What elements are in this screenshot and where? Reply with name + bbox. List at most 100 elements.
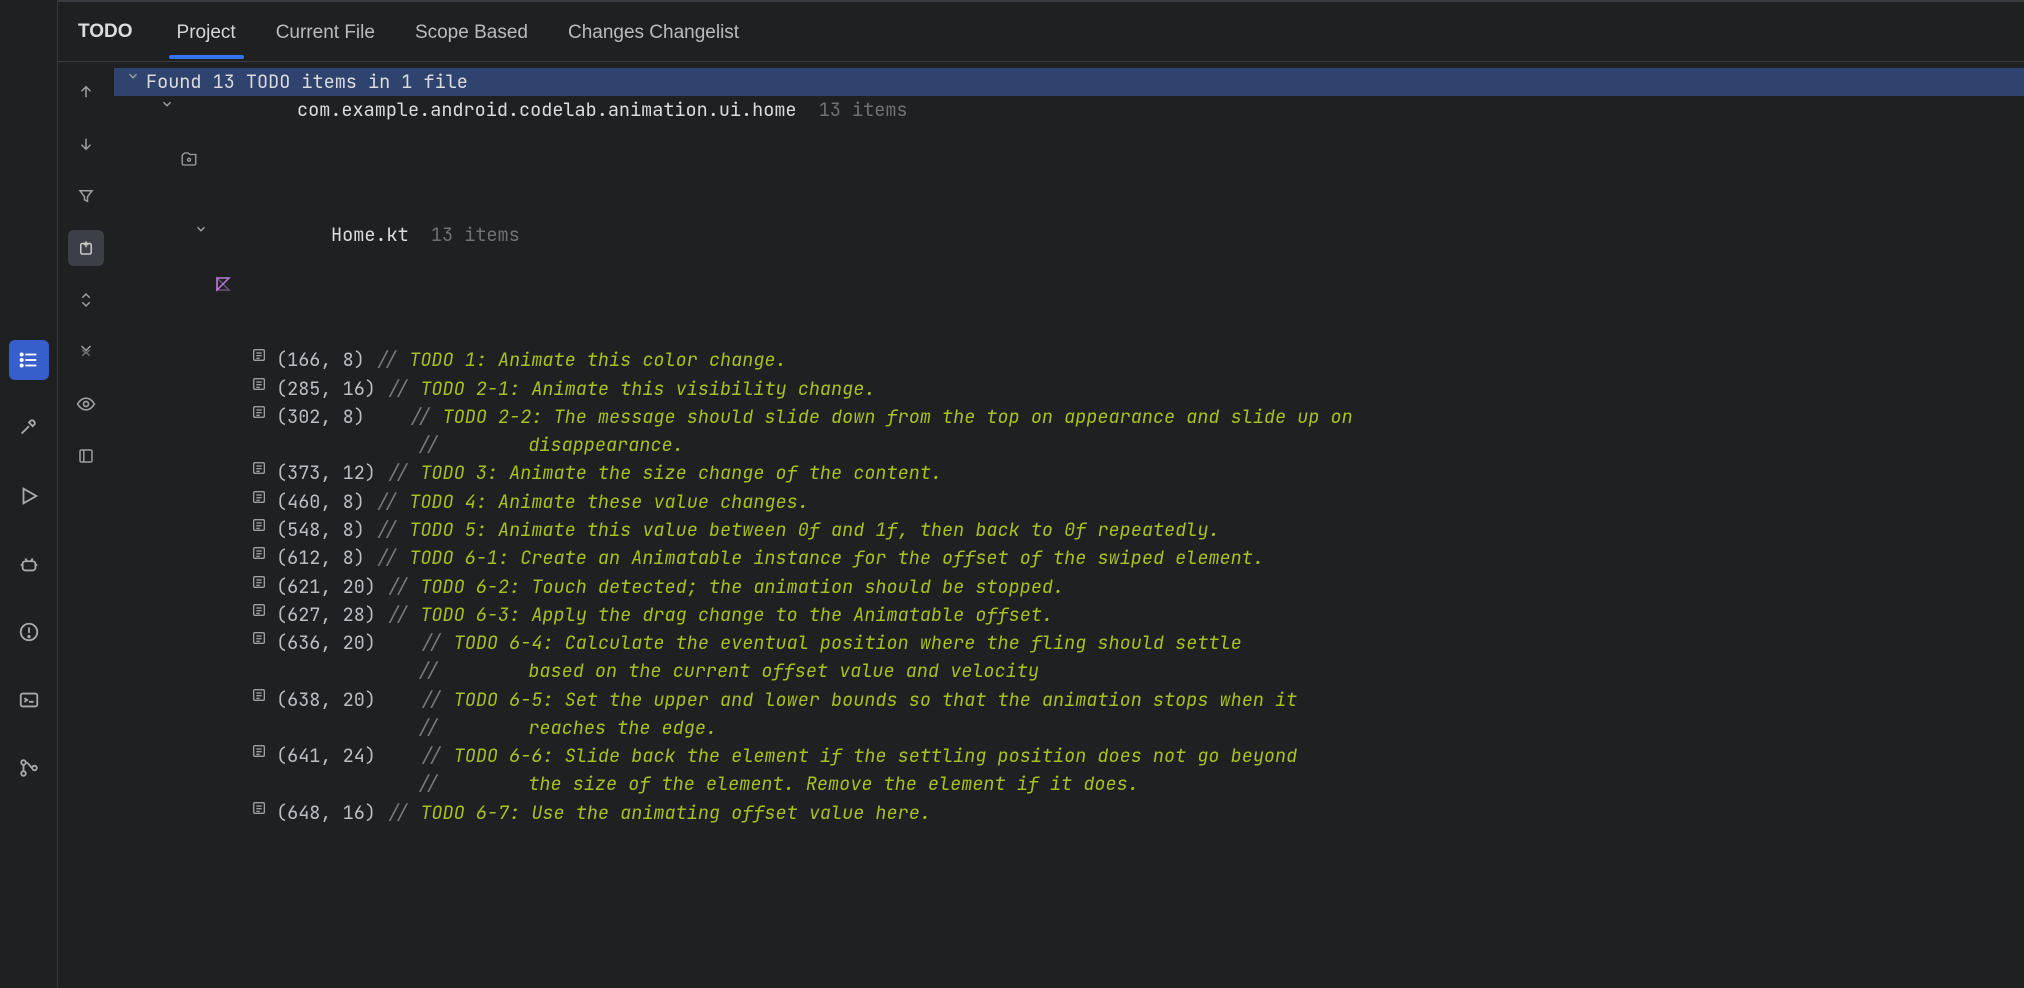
chevron-down-icon[interactable] (158, 97, 176, 111)
code-line-icon (248, 376, 270, 392)
todo-tree[interactable]: Found 13 TODO items in 1 file com.exampl… (114, 62, 2024, 988)
todo-side-toolbar (58, 62, 114, 988)
package-row[interactable]: com.example.android.codelab.animation.ui… (114, 96, 2024, 221)
todo-location: (641, 24) (276, 743, 376, 769)
todo-item-row[interactable]: (302, 8) // TODO 2-2: The message should… (114, 403, 2024, 431)
todo-text: TODO 2-2: The message should slide down … (443, 404, 1353, 430)
comment-slashes: // (387, 602, 420, 628)
expand-collapse-button[interactable] (68, 282, 104, 318)
terminal-tool-window-button[interactable] (9, 680, 49, 720)
todo-text: TODO 5: Animate this value between 0f an… (409, 517, 1219, 543)
todo-item-row[interactable]: (621, 20) // TODO 6-2: Touch detected; t… (114, 573, 2024, 601)
build-tool-window-button[interactable] (9, 408, 49, 448)
code-line-icon (248, 460, 270, 476)
todo-item-row[interactable]: (648, 16) // TODO 6-7: Use the animating… (114, 799, 2024, 827)
todo-location: (302, 8) (276, 404, 365, 430)
todo-item-row[interactable]: (627, 28) // TODO 6-3: Apply the drag ch… (114, 601, 2024, 629)
package-icon (180, 97, 291, 220)
code-line-icon (248, 743, 270, 759)
code-line-icon (248, 630, 270, 646)
comment-slashes: // (384, 432, 528, 458)
prev-todo-button[interactable] (68, 74, 104, 110)
todo-item-row[interactable]: (285, 16) // TODO 2-1: Animate this visi… (114, 375, 2024, 403)
summary-text: Found 13 TODO items in 1 file (146, 69, 468, 95)
comment-slashes: // (376, 489, 409, 515)
comment-slashes: // (376, 517, 409, 543)
kotlin-file-icon (214, 222, 325, 345)
code-line-icon (248, 517, 270, 533)
comment-slashes: // (376, 347, 409, 373)
code-line-icon (248, 545, 270, 561)
tab-current-file[interactable]: Current File (272, 6, 379, 58)
todo-text: TODO 6-6: Slide back the element if the … (454, 743, 1298, 769)
todo-panel: TODO Project Current File Scope Based Ch… (58, 0, 2024, 988)
code-line-icon (248, 800, 270, 816)
todo-text: TODO 6-4: Calculate the eventual positio… (454, 630, 1242, 656)
todo-text: TODO 6-3: Apply the drag change to the A… (420, 602, 1053, 628)
todo-tabbar: TODO Project Current File Scope Based Ch… (58, 2, 2024, 62)
todo-location: (460, 8) (276, 489, 365, 515)
todo-text: TODO 6-1: Create an Animatable instance … (409, 545, 1264, 571)
package-count: 13 items (819, 97, 908, 123)
todo-text: the size of the element. Remove the elem… (528, 771, 1139, 797)
todo-text: TODO 1: Animate this color change. (409, 347, 786, 373)
run-tool-window-button[interactable] (9, 476, 49, 516)
todo-item-continuation[interactable]: // the size of the element. Remove the e… (114, 770, 2024, 798)
todo-item-row[interactable]: (612, 8) // TODO 6-1: Create an Animatab… (114, 544, 2024, 572)
todo-item-continuation[interactable]: // disappearance. (114, 431, 2024, 459)
filter-button[interactable] (68, 178, 104, 214)
todo-item-row[interactable]: (638, 20) // TODO 6-5: Set the upper and… (114, 686, 2024, 714)
todo-text: reaches the edge. (528, 715, 717, 741)
logcat-tool-window-button[interactable] (9, 544, 49, 584)
problems-tool-window-button[interactable] (9, 612, 49, 652)
comment-slashes: // (376, 545, 409, 571)
autoscroll-to-source-button[interactable] (68, 230, 104, 266)
comment-slashes: // (387, 574, 420, 600)
todo-item-row[interactable]: (636, 20) // TODO 6-4: Calculate the eve… (114, 629, 2024, 657)
todo-location: (621, 20) (276, 574, 376, 600)
todo-item-row[interactable]: (373, 12) // TODO 3: Animate the size ch… (114, 459, 2024, 487)
vcs-tool-window-button[interactable] (9, 748, 49, 788)
todo-location: (648, 16) (276, 800, 376, 826)
comment-slashes: // (387, 800, 420, 826)
comment-slashes: // (384, 658, 528, 684)
comment-slashes: // (384, 771, 528, 797)
todo-item-row[interactable]: (548, 8) // TODO 5: Animate this value b… (114, 516, 2024, 544)
file-row[interactable]: Home.kt 13 items (114, 221, 2024, 346)
todo-tool-window-button[interactable] (9, 340, 49, 380)
code-line-icon (248, 574, 270, 590)
comment-slashes: // (387, 376, 420, 402)
todo-location: (638, 20) (276, 687, 376, 713)
next-todo-button[interactable] (68, 126, 104, 162)
tab-changes-changelist[interactable]: Changes Changelist (564, 6, 743, 58)
code-line-icon (248, 602, 270, 618)
settings-button[interactable] (68, 438, 104, 474)
todo-item-continuation[interactable]: // based on the current offset value and… (114, 657, 2024, 685)
code-line-icon (248, 687, 270, 703)
summary-row[interactable]: Found 13 TODO items in 1 file (114, 68, 2024, 96)
todo-item-row[interactable]: (641, 24) // TODO 6-6: Slide back the el… (114, 742, 2024, 770)
preview-button[interactable] (68, 386, 104, 422)
comment-slashes: // (387, 743, 454, 769)
todo-text: TODO 3: Animate the size change of the c… (420, 460, 942, 486)
todo-item-row[interactable]: (166, 8) // TODO 1: Animate this color c… (114, 346, 2024, 374)
code-line-icon (248, 489, 270, 505)
group-by-button[interactable] (68, 334, 104, 370)
todo-item-row[interactable]: (460, 8) // TODO 4: Animate these value … (114, 488, 2024, 516)
chevron-down-icon[interactable] (192, 222, 210, 236)
todo-text: TODO 6-7: Use the animating offset value… (420, 800, 931, 826)
code-line-icon (248, 347, 270, 363)
todo-text: based on the current offset value and ve… (528, 658, 1039, 684)
panel-title: TODO (70, 21, 141, 43)
todo-location: (612, 8) (276, 545, 365, 571)
todo-text: TODO 6-5: Set the upper and lower bounds… (454, 687, 1298, 713)
tab-scope-based[interactable]: Scope Based (411, 6, 532, 58)
todo-location: (373, 12) (276, 460, 376, 486)
comment-slashes: // (384, 715, 528, 741)
todo-text: TODO 2-1: Animate this visibility change… (420, 376, 875, 402)
file-name: Home.kt (331, 222, 409, 248)
chevron-down-icon[interactable] (124, 69, 142, 83)
todo-text: disappearance. (528, 432, 683, 458)
tab-project[interactable]: Project (173, 6, 240, 58)
todo-item-continuation[interactable]: // reaches the edge. (114, 714, 2024, 742)
